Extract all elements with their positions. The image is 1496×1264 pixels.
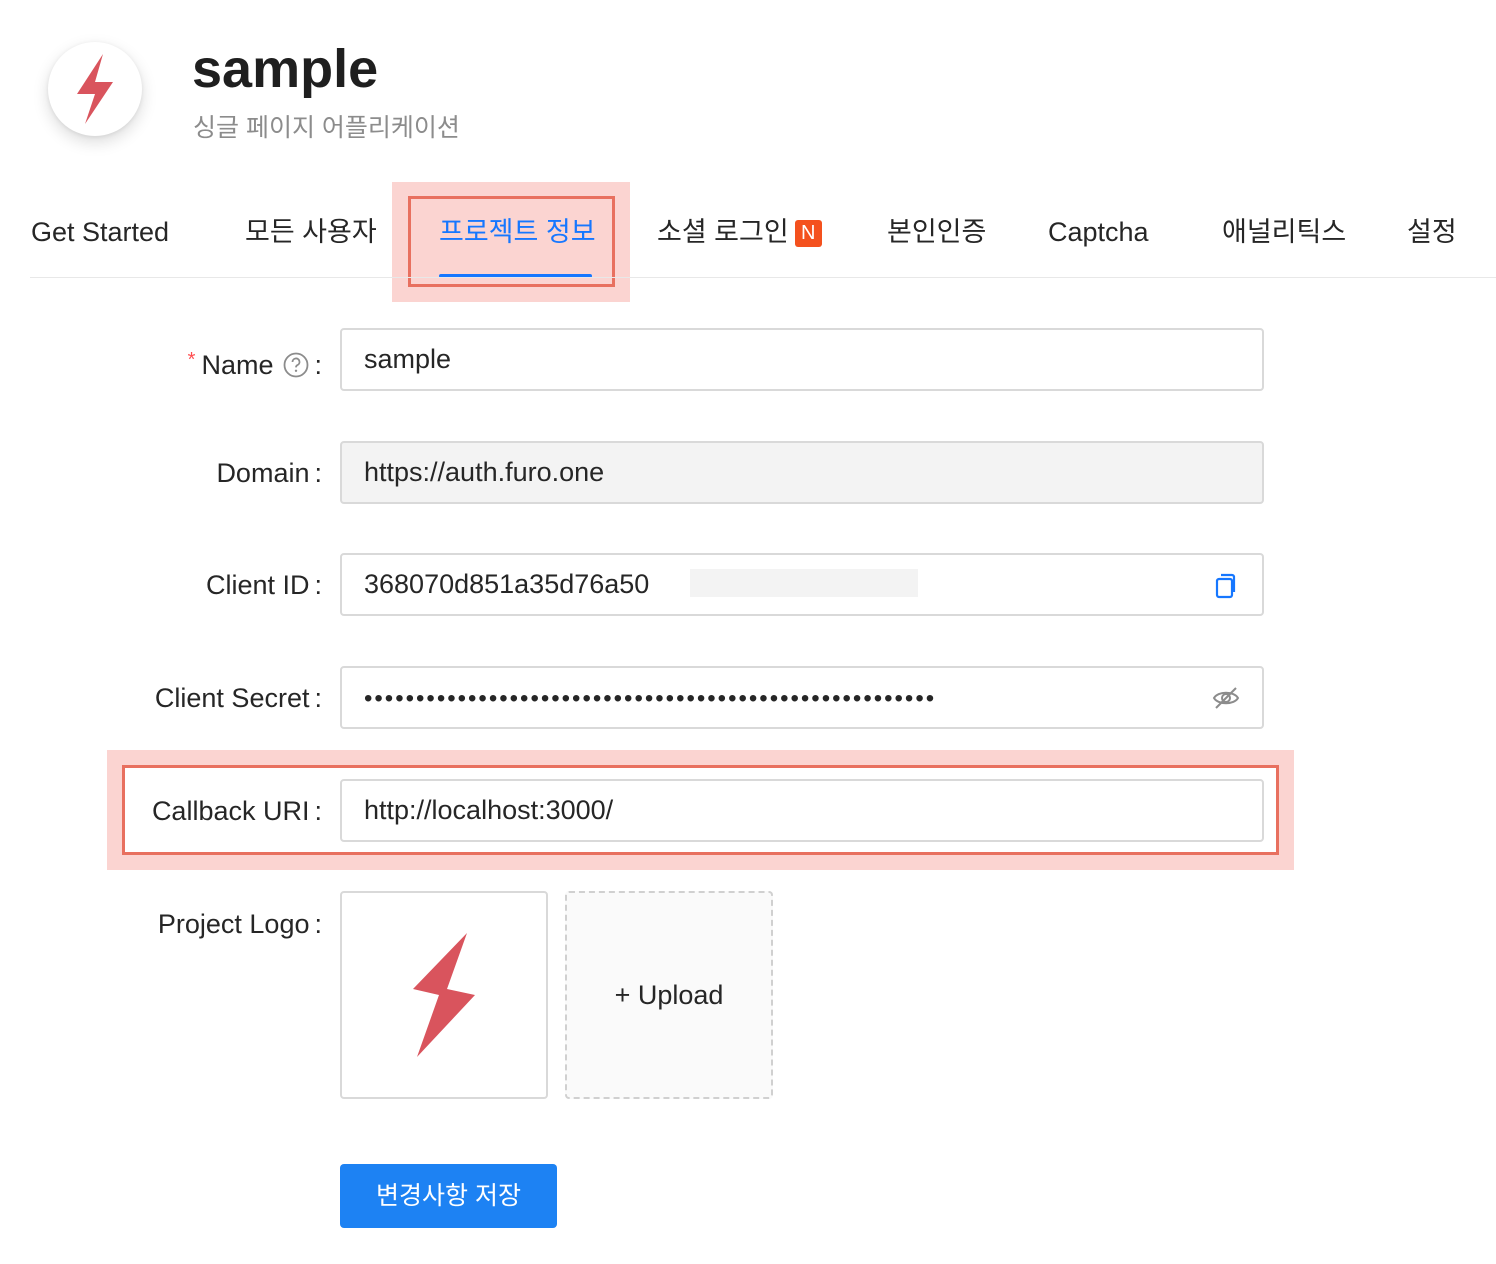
name-label-text: Name: [201, 350, 274, 380]
project-logo-label-text: Project Logo: [157, 909, 310, 939]
callback-uri-colon: :: [314, 796, 322, 826]
tab-analytics[interactable]: 애널리틱스: [1222, 214, 1346, 250]
name-input[interactable]: sample: [340, 328, 1264, 391]
client-secret-label-text: Client Secret: [154, 683, 310, 713]
tab-captcha[interactable]: Captcha: [1048, 214, 1149, 250]
app-subtitle: 싱글 페이지 어플리케이션: [193, 114, 460, 142]
project-logo-preview[interactable]: [340, 891, 548, 1099]
domain-input: https://auth.furo.one: [340, 441, 1264, 504]
domain-label-text: Domain: [216, 458, 310, 488]
project-logo-label: Project Logo:: [158, 906, 322, 942]
client-id-label: Client ID:: [206, 567, 322, 603]
copy-icon[interactable]: [1212, 571, 1240, 599]
client-id-input[interactable]: 368070d851a35d76a50: [340, 553, 1264, 616]
client-secret-label: Client Secret:: [155, 680, 322, 716]
callback-uri-label: Callback URI:: [152, 793, 322, 829]
project-logo-colon: :: [314, 909, 322, 939]
client-secret-colon: :: [314, 683, 322, 713]
client-secret-value: ••••••••••••••••••••••••••••••••••••••••…: [364, 685, 937, 712]
lightning-icon: [77, 54, 113, 124]
callback-uri-input[interactable]: http://localhost:3000/: [340, 779, 1264, 842]
tab-identity-verification[interactable]: 본인인증: [887, 214, 986, 250]
new-badge: N: [794, 220, 822, 247]
upload-button[interactable]: + Upload: [565, 891, 773, 1099]
client-id-label-text: Client ID: [205, 570, 310, 600]
eye-invisible-icon[interactable]: [1212, 684, 1240, 712]
tab-settings[interactable]: 설정: [1407, 214, 1457, 250]
tab-get-started[interactable]: Get Started: [31, 214, 169, 250]
domain-label: Domain:: [216, 455, 322, 491]
save-changes-button[interactable]: 변경사항 저장: [340, 1164, 557, 1228]
domain-colon: :: [314, 458, 322, 488]
tab-project-info[interactable]: 프로젝트 정보: [439, 214, 596, 250]
callback-uri-label-text: Callback URI: [151, 796, 310, 826]
tab-all-users[interactable]: 모든 사용자: [245, 214, 377, 250]
lightning-icon: [413, 933, 475, 1057]
client-id-value: 368070d851a35d76a50: [364, 569, 650, 599]
client-id-colon: :: [314, 570, 322, 600]
required-mark: *: [187, 349, 196, 371]
name-label: * Name:: [188, 342, 322, 387]
question-circle-icon[interactable]: [283, 351, 309, 387]
tab-social-login-label: 소셜 로그인: [657, 217, 789, 247]
client-secret-input[interactable]: ••••••••••••••••••••••••••••••••••••••••…: [340, 666, 1264, 729]
tab-social-login[interactable]: 소셜 로그인 N: [657, 214, 822, 250]
tabs-divider: [30, 277, 1496, 278]
app-title: sample: [192, 39, 379, 99]
app-logo: [48, 42, 142, 136]
redaction-block: [690, 569, 918, 597]
name-colon: :: [314, 350, 322, 380]
